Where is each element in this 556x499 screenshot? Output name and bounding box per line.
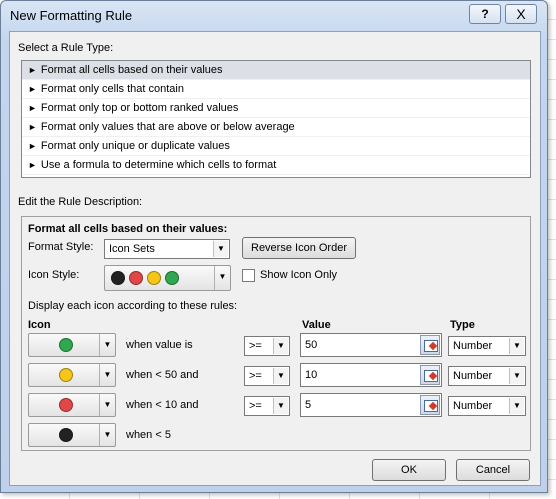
format-style-select[interactable]: Icon Sets ▼ [104, 239, 230, 259]
rules-intro: Display each icon according to these rul… [28, 300, 238, 312]
close-button[interactable]: X [505, 4, 537, 24]
type-value: Number [453, 340, 493, 352]
icon-select-row-1[interactable]: ▼ [28, 333, 116, 357]
icon-style-select[interactable]: ▼ [104, 265, 231, 291]
type-value: Number [453, 370, 493, 382]
operator-select-row-1[interactable]: >= ▼ [244, 336, 290, 356]
range-select-icon[interactable] [420, 335, 440, 355]
value-input-row-2[interactable]: 10 [300, 363, 442, 387]
condition-label: when < 5 [126, 429, 171, 441]
format-style-value: Icon Sets [109, 243, 155, 255]
condition-label: when < 10 and [126, 399, 199, 411]
operator-select-row-3[interactable]: >= ▼ [244, 396, 290, 416]
description-heading: Edit the Rule Description: [18, 196, 143, 208]
cancel-button[interactable]: Cancel [456, 459, 530, 481]
rule-type-item-label: Format all cells based on their values [40, 64, 223, 76]
chevron-down-icon: ▼ [509, 338, 524, 354]
show-icon-only-checkbox[interactable] [242, 269, 255, 282]
rule-type-heading: Select a Rule Type: [18, 42, 114, 54]
type-select-row-3[interactable]: Number ▼ [448, 396, 526, 416]
rule-type-item-2[interactable]: ► Format only top or bottom ranked values [22, 99, 530, 118]
rule-type-item-label: Use a formula to determine which cells t… [40, 159, 277, 171]
arrow-right-icon: ► [28, 160, 37, 170]
rule-type-item-0[interactable]: ► Format all cells based on their values [22, 61, 530, 80]
rule-type-item-label: Format only cells that contain [40, 83, 184, 95]
value-input-row-3[interactable]: 5 [300, 393, 442, 417]
condition-label: when value is [126, 339, 193, 351]
rule-type-item-4[interactable]: ► Format only unique or duplicate values [22, 137, 530, 156]
arrow-right-icon: ► [28, 122, 37, 132]
icon-style-label: Icon Style: [28, 269, 80, 281]
type-select-row-1[interactable]: Number ▼ [448, 336, 526, 356]
column-header-type: Type [450, 319, 475, 331]
show-icon-only-label: Show Icon Only [260, 269, 338, 281]
close-icon: X [516, 6, 526, 22]
help-icon: ? [481, 7, 489, 21]
condition-label: when < 50 and [126, 369, 199, 381]
reverse-icon-order-button[interactable]: Reverse Icon Order [242, 237, 356, 259]
chevron-down-icon: ▼ [99, 394, 115, 416]
red-circle-icon [59, 398, 73, 412]
green-circle-icon [59, 338, 73, 352]
title-bar: New Formatting Rule [1, 1, 547, 31]
rule-description-panel: Format all cells based on their values: … [21, 216, 531, 451]
column-header-value: Value [302, 319, 331, 331]
arrow-right-icon: ► [28, 103, 37, 113]
chevron-down-icon: ▼ [213, 241, 228, 257]
rule-type-item-3[interactable]: ► Format only values that are above or be… [22, 118, 530, 137]
black-circle-icon [59, 428, 73, 442]
arrow-right-icon: ► [28, 65, 37, 75]
icon-select-row-3[interactable]: ▼ [28, 393, 116, 417]
type-value: Number [453, 400, 493, 412]
dialog-title: New Formatting Rule [10, 8, 133, 23]
chevron-down-icon: ▼ [99, 364, 115, 386]
icon-select-row-2[interactable]: ▼ [28, 363, 116, 387]
ok-button[interactable]: OK [372, 459, 446, 481]
rule-type-item-5[interactable]: ► Use a formula to determine which cells … [22, 156, 530, 175]
chevron-down-icon: ▼ [273, 368, 288, 384]
range-select-icon[interactable] [420, 395, 440, 415]
chevron-down-icon: ▼ [509, 398, 524, 414]
value-text: 50 [305, 339, 318, 351]
operator-value: >= [249, 340, 262, 352]
arrow-right-icon: ► [28, 84, 37, 94]
column-header-icon: Icon [28, 319, 51, 331]
rule-type-item-label: Format only unique or duplicate values [40, 140, 230, 152]
chevron-down-icon: ▼ [273, 338, 288, 354]
value-text: 10 [305, 369, 318, 381]
value-input-row-1[interactable]: 50 [300, 333, 442, 357]
chevron-down-icon: ▼ [214, 266, 230, 290]
chevron-down-icon: ▼ [99, 424, 115, 446]
new-formatting-rule-dialog: New Formatting Rule ? X Select a Rule Ty… [0, 0, 548, 493]
value-text: 5 [305, 399, 312, 411]
rule-type-list[interactable]: ► Format all cells based on their values … [21, 60, 531, 178]
arrow-right-icon: ► [28, 141, 37, 151]
operator-value: >= [249, 370, 262, 382]
operator-select-row-2[interactable]: >= ▼ [244, 366, 290, 386]
dialog-body: Select a Rule Type: ► Format all cells ba… [9, 31, 541, 486]
red-circle-icon [129, 271, 143, 285]
yellow-circle-icon [59, 368, 73, 382]
yellow-circle-icon [147, 271, 161, 285]
description-subheading: Format all cells based on their values: [28, 223, 228, 235]
icon-select-row-4[interactable]: ▼ [28, 423, 116, 447]
type-select-row-2[interactable]: Number ▼ [448, 366, 526, 386]
rule-type-item-1[interactable]: ► Format only cells that contain [22, 80, 530, 99]
range-select-icon[interactable] [420, 365, 440, 385]
chevron-down-icon: ▼ [509, 368, 524, 384]
operator-value: >= [249, 400, 262, 412]
black-circle-icon [111, 271, 125, 285]
chevron-down-icon: ▼ [99, 334, 115, 356]
format-style-label: Format Style: [28, 241, 94, 253]
rule-type-item-label: Format only values that are above or bel… [40, 121, 295, 133]
chevron-down-icon: ▼ [273, 398, 288, 414]
help-button[interactable]: ? [469, 4, 501, 24]
green-circle-icon [165, 271, 179, 285]
rule-type-item-label: Format only top or bottom ranked values [40, 102, 239, 114]
